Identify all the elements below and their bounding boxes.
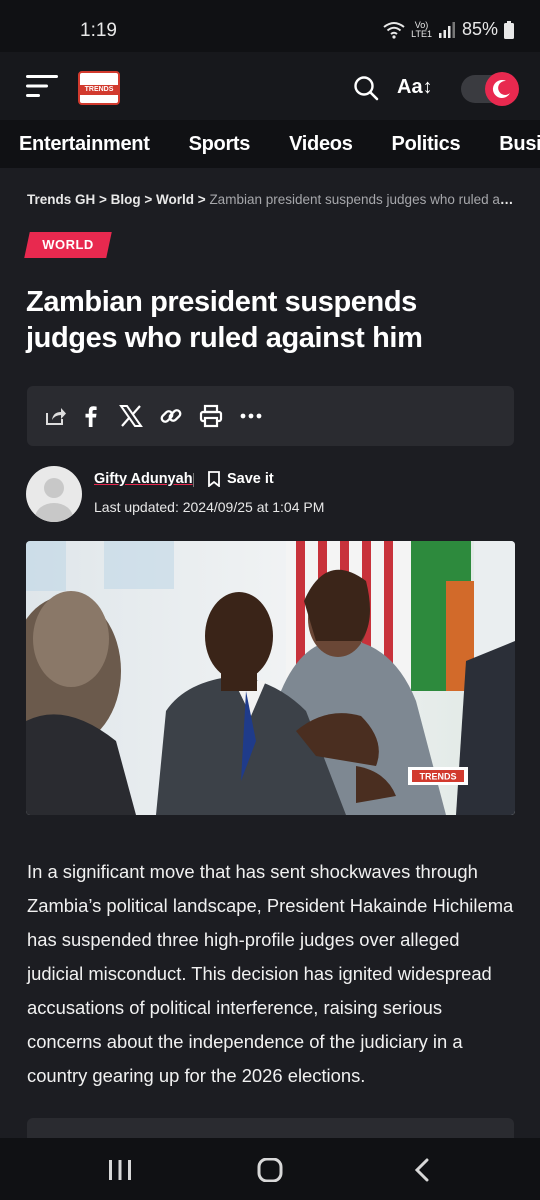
moon-icon [485, 72, 519, 106]
app-header: TRENDS Aa↕ [0, 52, 540, 120]
recent-apps-icon[interactable] [106, 1158, 134, 1182]
more-icon[interactable] [239, 404, 263, 428]
site-logo[interactable]: TRENDS [78, 71, 120, 105]
breadcrumb-world[interactable]: World [156, 192, 194, 207]
nav-item-politics[interactable]: Politics [392, 133, 461, 156]
nav-item-entertainment[interactable]: Entertainment [19, 133, 150, 156]
save-label: Save it [227, 471, 274, 487]
wifi-icon [383, 21, 405, 39]
breadcrumb: Trends GH > Blog > World > Zambian presi… [27, 192, 517, 207]
category-badge[interactable]: WORLD [24, 232, 112, 258]
x-icon[interactable] [119, 404, 143, 428]
search-icon[interactable] [353, 75, 379, 101]
logo-text: TRENDS [80, 85, 118, 95]
signal-icon [438, 21, 455, 38]
font-size-button[interactable]: Aa↕ [397, 76, 433, 99]
nav-item-videos[interactable]: Videos [289, 133, 353, 156]
dark-mode-toggle[interactable] [461, 72, 519, 106]
article-hero-image[interactable]: TRENDS [26, 541, 515, 815]
author-divider [193, 473, 194, 487]
share-icon[interactable] [44, 404, 68, 428]
save-button[interactable]: Save it [208, 471, 274, 487]
network-label: LTE1 [411, 28, 432, 39]
menu-icon[interactable] [26, 74, 58, 98]
link-icon[interactable] [159, 404, 183, 428]
breadcrumb-blog[interactable]: Blog [111, 192, 141, 207]
article-body: In a significant move that has sent shoc… [27, 861, 514, 1086]
status-icons: Vo) LTE1 85% [383, 19, 514, 40]
status-time: 1:19 [80, 20, 117, 41]
volte-indicator: Vo) LTE1 [411, 20, 432, 39]
breadcrumb-home[interactable]: Trends GH [27, 192, 95, 207]
image-watermark: TRENDS [419, 772, 456, 782]
bookmark-icon [208, 471, 220, 487]
status-bar: 1:19 Vo) LTE1 85% [0, 0, 540, 52]
back-icon[interactable] [408, 1158, 436, 1182]
category-nav: Entertainment Sports Videos Politics Bus… [0, 120, 540, 168]
nav-item-business[interactable]: Business [499, 133, 540, 156]
last-updated: Last updated: 2024/09/25 at 1:04 PM [94, 499, 325, 515]
nav-item-sports[interactable]: Sports [189, 133, 251, 156]
avatar[interactable] [26, 466, 82, 522]
system-nav-bar [0, 1138, 540, 1200]
article-title: Zambian president suspends judges who ru… [26, 286, 423, 354]
category-badge-label: WORLD [42, 237, 94, 252]
home-icon[interactable] [256, 1158, 284, 1182]
battery-percent: 85% [461, 19, 498, 39]
share-bar [27, 386, 514, 446]
battery-icon [504, 20, 514, 39]
author-link[interactable]: Gifty Adunyah [94, 471, 193, 487]
print-icon[interactable] [199, 404, 223, 428]
breadcrumb-current: Zambian president suspends judges who ru… [209, 192, 517, 207]
facebook-icon[interactable] [79, 404, 103, 428]
